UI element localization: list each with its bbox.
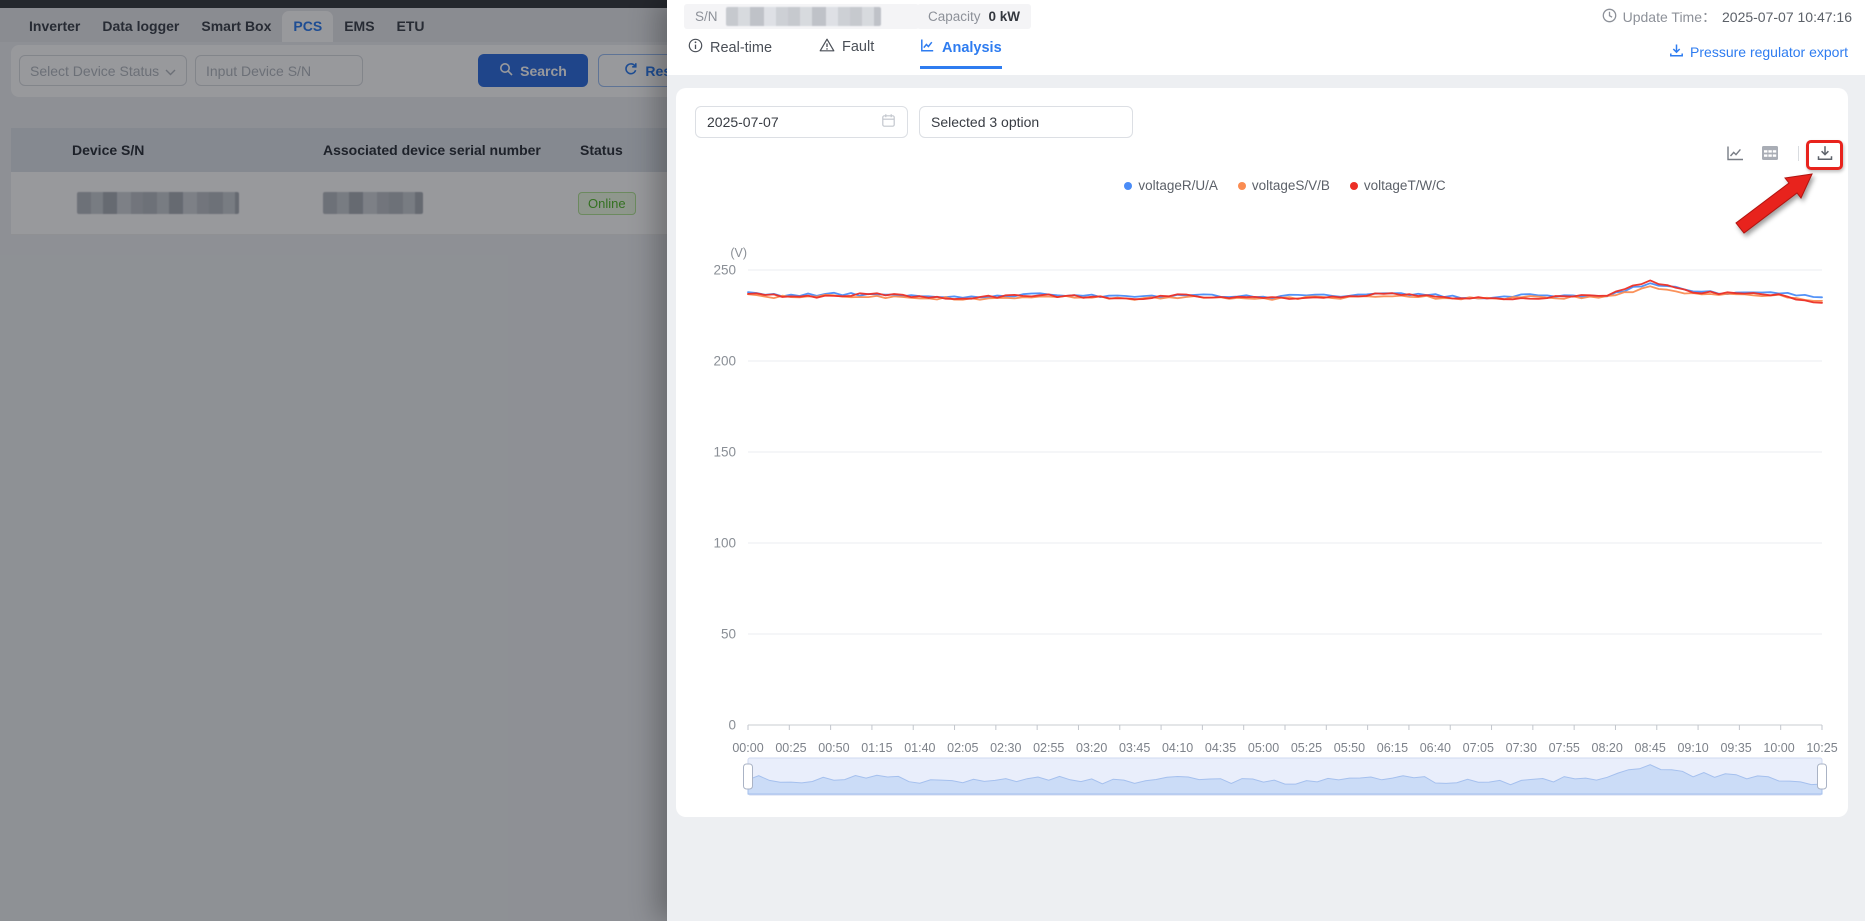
date-picker[interactable]: 2025-07-07	[695, 106, 908, 138]
svg-text:00:25: 00:25	[775, 741, 806, 755]
svg-text:0: 0	[728, 718, 736, 733]
tab-analysis[interactable]: Analysis	[920, 38, 1002, 69]
brush-handle-left[interactable]	[744, 764, 753, 789]
svg-text:50: 50	[721, 627, 736, 642]
capacity-label: Capacity	[928, 9, 981, 24]
chart-legend: voltageR/U/A voltageS/V/B voltageT/W/C	[748, 178, 1822, 193]
capacity-chip: Capacity 0 kW	[917, 4, 1031, 29]
voltage-line-chart[interactable]: 250 200 150 100 50 0 (V) 00:00 00:25 00:50 01:15 01…	[676, 88, 1848, 817]
drawer-header: S/N Capacity 0 kW Update Time： 2025-07-0…	[667, 0, 1865, 75]
svg-text:05:50: 05:50	[1334, 741, 1365, 755]
legend-dot	[1124, 182, 1132, 190]
svg-text:04:10: 04:10	[1162, 741, 1193, 755]
legend-label: voltageS/V/B	[1252, 178, 1330, 193]
screen: InverterData loggerSmart BoxPCSEMSETU Se…	[0, 0, 1865, 921]
info-circle-icon	[688, 38, 703, 57]
tab-analysis-label: Analysis	[942, 40, 1002, 56]
svg-text:200: 200	[713, 354, 736, 369]
clock-icon	[1602, 8, 1617, 26]
svg-text:01:15: 01:15	[861, 741, 892, 755]
svg-text:08:45: 08:45	[1635, 741, 1666, 755]
svg-text:03:45: 03:45	[1119, 741, 1150, 755]
data-view-icon[interactable]	[1759, 143, 1781, 163]
line-chart-icon[interactable]	[1724, 143, 1746, 163]
svg-text:01:40: 01:40	[904, 741, 935, 755]
update-time-value: 2025-07-07 10:47:16	[1722, 9, 1852, 25]
download-chart-icon[interactable]	[1816, 144, 1834, 167]
metric-select-value: Selected 3 option	[931, 114, 1039, 130]
download-icon	[1669, 43, 1684, 61]
svg-text:00:50: 00:50	[818, 741, 849, 755]
sn-chip: S/N	[684, 4, 919, 29]
pressure-regulator-export-link[interactable]: Pressure regulator export	[1669, 43, 1848, 61]
legend-item-voltaget-w-c[interactable]: voltageT/W/C	[1350, 178, 1446, 193]
svg-text:250: 250	[713, 263, 736, 278]
svg-text:02:30: 02:30	[990, 741, 1021, 755]
svg-text:07:30: 07:30	[1506, 741, 1537, 755]
svg-text:02:05: 02:05	[947, 741, 978, 755]
svg-text:(V): (V)	[730, 246, 747, 260]
svg-text:150: 150	[713, 445, 736, 460]
toolbar-divider	[1798, 146, 1799, 161]
drawer-body: 250 200 150 100 50 0 (V) 00:00 00:25 00:50 01:15 01…	[667, 75, 1865, 921]
brush-handle-right[interactable]	[1818, 764, 1827, 789]
svg-text:02:55: 02:55	[1033, 741, 1064, 755]
svg-text:100: 100	[713, 536, 736, 551]
svg-text:04:35: 04:35	[1205, 741, 1236, 755]
legend-label: voltageR/U/A	[1138, 178, 1218, 193]
tab-real-time[interactable]: Real-time	[688, 38, 772, 66]
legend-label: voltageT/W/C	[1364, 178, 1446, 193]
update-time-label: Update Time：	[1623, 7, 1716, 27]
svg-text:06:15: 06:15	[1377, 741, 1408, 755]
warning-icon	[819, 38, 835, 56]
device-detail-drawer: S/N Capacity 0 kW Update Time： 2025-07-0…	[667, 0, 1865, 921]
update-time: Update Time： 2025-07-07 10:47:16	[1602, 7, 1852, 27]
svg-text:10:00: 10:00	[1763, 741, 1794, 755]
svg-text:09:10: 09:10	[1677, 741, 1708, 755]
tab-real-time-label: Real-time	[710, 40, 772, 56]
svg-text:06:40: 06:40	[1420, 741, 1451, 755]
metric-select[interactable]: Selected 3 option	[919, 106, 1133, 138]
sn-label: S/N	[695, 9, 718, 24]
svg-text:00:00: 00:00	[732, 741, 763, 755]
svg-text:09:35: 09:35	[1720, 741, 1751, 755]
calendar-icon	[881, 113, 896, 131]
svg-text:10:25: 10:25	[1806, 741, 1837, 755]
svg-text:03:20: 03:20	[1076, 741, 1107, 755]
svg-text:08:20: 08:20	[1592, 741, 1623, 755]
svg-text:07:05: 07:05	[1463, 741, 1494, 755]
export-link-label: Pressure regulator export	[1690, 44, 1848, 60]
legend-item-voltager-u-a[interactable]: voltageR/U/A	[1124, 178, 1218, 193]
download-highlight-box	[1806, 140, 1843, 170]
date-value: 2025-07-07	[707, 114, 779, 130]
legend-dot	[1238, 182, 1246, 190]
analysis-card: 250 200 150 100 50 0 (V) 00:00 00:25 00:50 01:15 01…	[676, 88, 1848, 817]
svg-text:05:00: 05:00	[1248, 741, 1279, 755]
tab-fault-label: Fault	[842, 39, 874, 55]
svg-text:05:25: 05:25	[1291, 741, 1322, 755]
tab-fault[interactable]: Fault	[819, 38, 874, 65]
capacity-value: 0 kW	[989, 9, 1021, 24]
legend-item-voltages-v-b[interactable]: voltageS/V/B	[1238, 178, 1330, 193]
legend-dot	[1350, 182, 1358, 190]
analysis-chart-icon	[920, 38, 935, 57]
svg-text:07:55: 07:55	[1549, 741, 1580, 755]
sn-redacted-value	[726, 7, 881, 26]
